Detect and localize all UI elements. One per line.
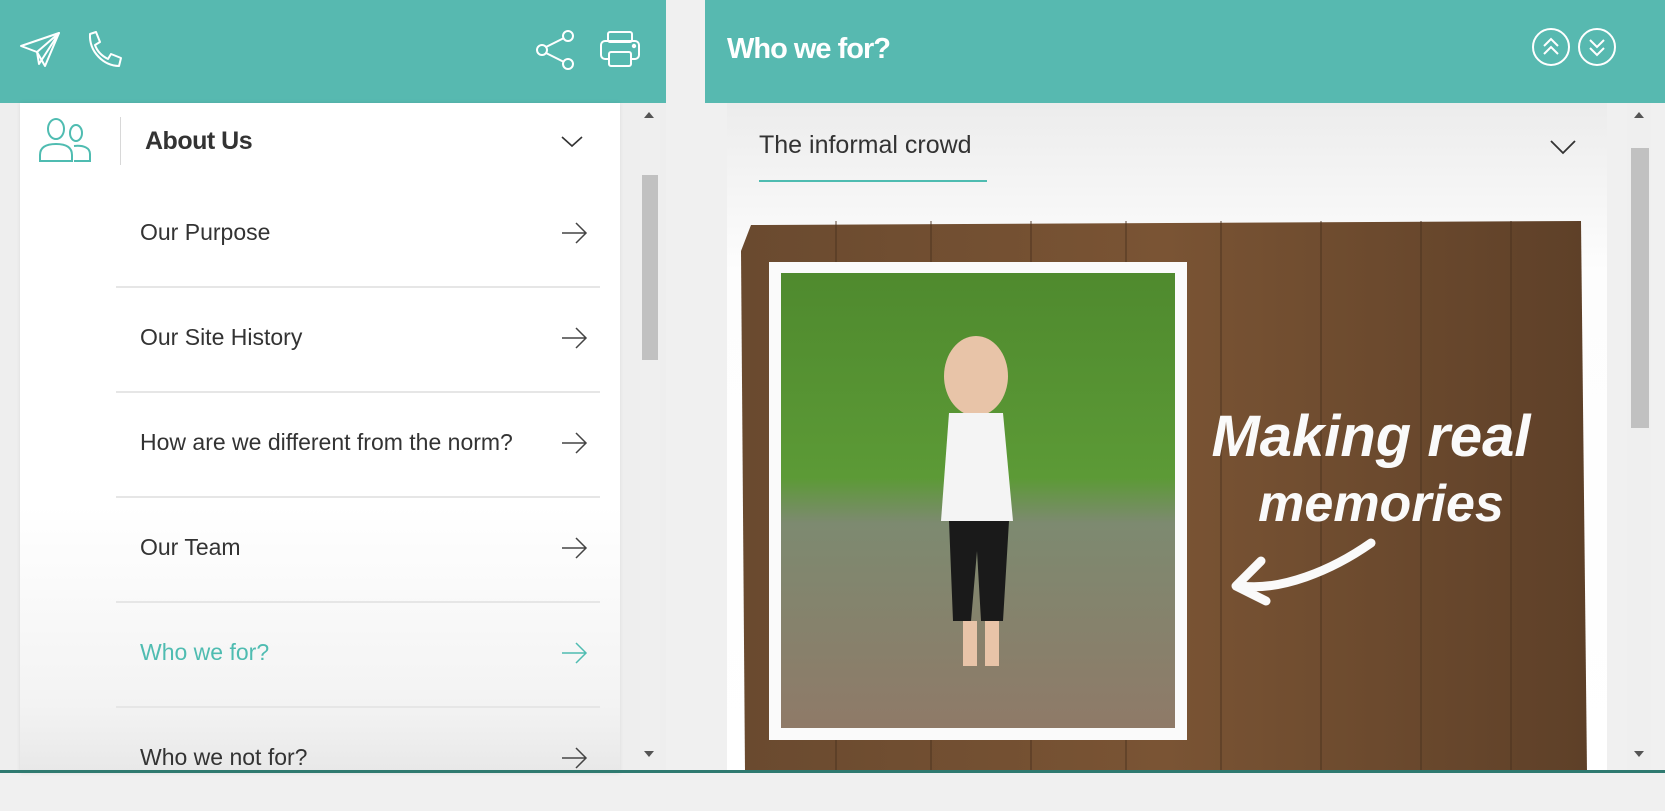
sidebar-item-who-we-for[interactable]: Who we for? <box>116 603 600 708</box>
dropdown-selected-value: The informal crowd <box>759 131 972 159</box>
sidebar-item-label: Our Team <box>140 534 241 560</box>
sidebar-item-label: How are we different from the norm? <box>140 429 513 455</box>
phone-icon <box>88 31 122 67</box>
section-title: About Us <box>145 127 253 155</box>
page-title: Who we for? <box>727 33 891 65</box>
people-icon <box>39 118 91 162</box>
scrollbar-thumb[interactable] <box>1631 148 1649 428</box>
left-panel: About Us Our Purpose Our Site History Ho… <box>0 0 666 773</box>
header-divider <box>120 117 121 165</box>
share-button[interactable] <box>530 24 582 76</box>
hero-caption-line2: memories <box>1258 475 1504 533</box>
sidebar-item-label: Who we not for? <box>140 744 308 770</box>
photo-frame <box>769 262 1187 740</box>
sidebar-item-how-different[interactable]: How are we different from the norm? <box>116 393 600 498</box>
arrow-right-icon <box>562 747 588 769</box>
hero-image: Making real memories <box>741 221 1587 773</box>
arrow-right-icon <box>562 642 588 664</box>
left-header <box>0 0 666 103</box>
hero-caption: Making real <box>1211 404 1532 469</box>
scroll-up-arrow[interactable] <box>644 112 654 118</box>
scroll-up-arrow[interactable] <box>1634 112 1644 118</box>
dropdown-underline <box>759 180 987 182</box>
phone-button[interactable] <box>78 24 130 76</box>
sidebar-item-label: Who we for? <box>140 639 270 665</box>
send-button[interactable] <box>14 24 66 76</box>
sidebar-menu: Our Purpose Our Site History How are we … <box>116 183 600 811</box>
chevron-down-icon <box>1550 140 1576 155</box>
scroll-down-arrow[interactable] <box>644 751 654 757</box>
chevron-down-icon[interactable] <box>560 131 584 151</box>
arrow-right-icon <box>562 432 588 454</box>
right-scrollbar[interactable] <box>1627 103 1651 773</box>
sidebar-item-our-site-history[interactable]: Our Site History <box>116 288 600 393</box>
left-scrollbar[interactable] <box>640 103 660 773</box>
audience-dropdown[interactable]: The informal crowd <box>759 117 1576 182</box>
print-button[interactable] <box>594 24 646 76</box>
content-card: The informal crowd Making real memories <box>727 103 1607 773</box>
section-header-about-us[interactable]: About Us <box>20 103 620 183</box>
content-header: Who we for? <box>705 0 1665 103</box>
sidebar-item-label: Our Purpose <box>140 219 271 245</box>
sidebar-item-label: Our Site History <box>140 324 303 350</box>
arrow-right-icon <box>562 327 588 349</box>
sidebar-item-who-we-not-for[interactable]: Who we not for? <box>116 708 600 811</box>
scroll-down-double-icon[interactable] <box>1577 27 1617 67</box>
arrow-right-icon <box>562 537 588 559</box>
sidebar-item-our-purpose[interactable]: Our Purpose <box>116 183 600 288</box>
scrollbar-thumb[interactable] <box>642 175 658 360</box>
print-icon <box>600 31 640 67</box>
scroll-up-double-icon[interactable] <box>1531 27 1571 67</box>
sidebar-menu-card: About Us Our Purpose Our Site History Ho… <box>20 103 620 773</box>
scroll-down-arrow[interactable] <box>1634 751 1644 757</box>
arrow-right-icon <box>562 222 588 244</box>
send-icon <box>20 32 60 67</box>
sidebar-item-our-team[interactable]: Our Team <box>116 498 600 603</box>
right-panel: Who we for? The informal crowd Making re… <box>705 0 1665 773</box>
share-icon <box>536 30 574 70</box>
